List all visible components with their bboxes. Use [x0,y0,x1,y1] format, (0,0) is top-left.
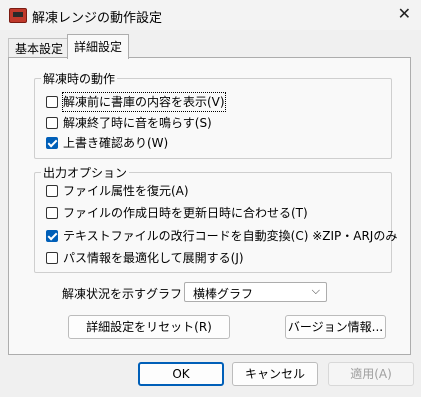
play-sound-option[interactable]: 解凍終了時に音を鳴らす(S) [46,114,212,132]
version-info-button[interactable]: バージョン情報... [285,315,386,339]
restore-attributes-checkbox[interactable] [46,185,58,197]
chevron-down-icon: ⌵ [311,284,320,297]
apply-button[interactable]: 適用(A) [328,362,414,386]
settings-dialog: 解凍レンジの動作設定 ✕ 基本設定 詳細設定 解凍時の動作 解凍前に書庫の内容を… [0,0,421,397]
show-archive-contents-option[interactable]: 解凍前に書庫の内容を表示(V) [46,92,226,112]
output-options-legend: 出力オプション [41,164,130,181]
optimize-paths-label: パス情報を最適化して展開する(J) [63,251,244,265]
overwrite-confirm-option[interactable]: 上書き確認あり(W) [46,134,168,152]
match-timestamps-option[interactable]: ファイルの作成日時を更新日時に合わせる(T) [46,204,308,222]
match-timestamps-label: ファイルの作成日時を更新日時に合わせる(T) [63,206,308,220]
window-title: 解凍レンジの動作設定 [32,11,163,26]
convert-newlines-checkbox[interactable] [46,230,58,242]
overwrite-confirm-checkbox[interactable] [46,137,58,149]
convert-newlines-label: テキストファイルの改行コードを自動変換(C) ※ZIP・ARJのみ [63,229,398,243]
convert-newlines-option[interactable]: テキストファイルの改行コードを自動変換(C) ※ZIP・ARJのみ [46,227,397,245]
progress-graph-label: 解凍状況を示すグラフ： [62,287,195,301]
app-icon [9,8,27,23]
reset-advanced-button[interactable]: 詳細設定をリセット(R) [68,315,230,339]
restore-attributes-option[interactable]: ファイル属性を復元(A) [46,182,189,200]
optimize-paths-checkbox[interactable] [46,252,58,264]
optimize-paths-option[interactable]: パス情報を最適化して展開する(J) [46,249,244,267]
close-icon[interactable]: ✕ [398,4,411,23]
show-archive-contents-checkbox[interactable] [46,96,58,108]
cancel-button[interactable]: キャンセル [232,362,318,386]
show-archive-contents-label: 解凍前に書庫の内容を表示(V) [62,92,226,112]
play-sound-checkbox[interactable] [46,117,58,129]
restore-attributes-label: ファイル属性を復元(A) [63,184,189,198]
title-bar: 解凍レンジの動作設定 ✕ [0,0,421,30]
overwrite-confirm-label: 上書き確認あり(W) [63,136,169,150]
match-timestamps-checkbox[interactable] [46,207,58,219]
progress-graph-value: 横棒グラフ [193,287,254,301]
progress-graph-select[interactable]: 横棒グラフ ⌵ [184,282,327,302]
ok-button[interactable]: OK [138,362,224,386]
play-sound-label: 解凍終了時に音を鳴らす(S) [63,116,212,130]
extract-behavior-legend: 解凍時の動作 [41,70,118,87]
tab-advanced-settings[interactable]: 詳細設定 [67,34,130,59]
tab-basic-settings[interactable]: 基本設定 [8,38,71,59]
